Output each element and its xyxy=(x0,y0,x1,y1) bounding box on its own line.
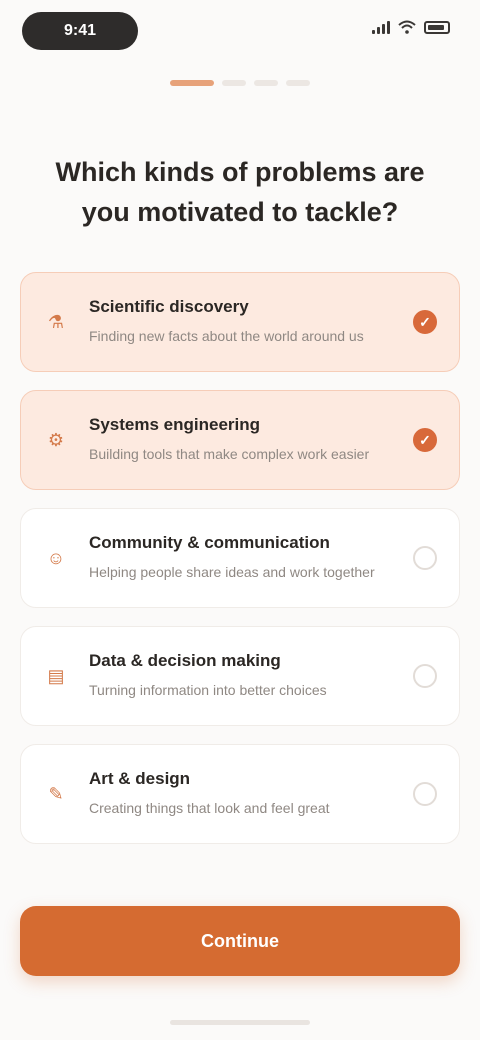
check-icon[interactable] xyxy=(413,664,437,688)
check-icon[interactable]: ✓ xyxy=(413,428,437,452)
wifi-icon xyxy=(398,20,416,34)
flask-icon: ⚗ xyxy=(47,311,65,332)
palette-icon: ✎ xyxy=(48,783,64,804)
option-card[interactable]: ⚙ Systems engineering Building tools tha… xyxy=(20,390,460,490)
home-indicator xyxy=(170,1020,310,1025)
onboarding-screen: 9:41 Which kinds of problems are you mot… xyxy=(0,0,480,1040)
status-icons xyxy=(372,20,450,34)
option-card[interactable]: ✎ Art & design Creating things that look… xyxy=(20,744,460,844)
check-icon[interactable]: ✓ xyxy=(413,310,437,334)
option-description: Creating things that look and feel great xyxy=(89,800,330,816)
signal-icon xyxy=(372,20,390,34)
people-icon: ☺ xyxy=(46,547,66,568)
check-icon[interactable] xyxy=(413,546,437,570)
option-title: Community & communication xyxy=(89,533,330,552)
options-list: ⚗ Scientific discovery Finding new facts… xyxy=(20,272,460,862)
option-card[interactable]: ▤ Data & decision making Turning informa… xyxy=(20,626,460,726)
gear-icon: ⚙ xyxy=(47,429,65,450)
battery-icon xyxy=(424,20,450,34)
progress-step xyxy=(254,80,278,86)
progress-step xyxy=(222,80,246,86)
option-description: Helping people share ideas and work toge… xyxy=(89,564,375,580)
option-card[interactable]: ⚗ Scientific discovery Finding new facts… xyxy=(20,272,460,372)
page-title: Which kinds of problems are you motivate… xyxy=(55,157,425,227)
chart-icon: ▤ xyxy=(47,665,65,686)
progress-indicator xyxy=(0,80,480,86)
option-description: Finding new facts about the world around… xyxy=(89,328,364,344)
option-title: Systems engineering xyxy=(89,415,261,434)
option-description: Turning information into better choices xyxy=(89,682,327,698)
option-title: Data & decision making xyxy=(89,651,281,670)
option-card[interactable]: ☺ Community & communication Helping peop… xyxy=(20,508,460,608)
progress-step xyxy=(286,80,310,86)
check-icon[interactable] xyxy=(413,782,437,806)
progress-step xyxy=(170,80,214,86)
continue-button[interactable]: Continue xyxy=(20,906,460,976)
option-description: Building tools that make complex work ea… xyxy=(89,446,370,462)
status-time: 9:41 xyxy=(22,12,138,50)
status-bar: 9:41 xyxy=(0,0,480,64)
option-title: Art & design xyxy=(89,769,191,788)
option-title: Scientific discovery xyxy=(89,297,249,316)
